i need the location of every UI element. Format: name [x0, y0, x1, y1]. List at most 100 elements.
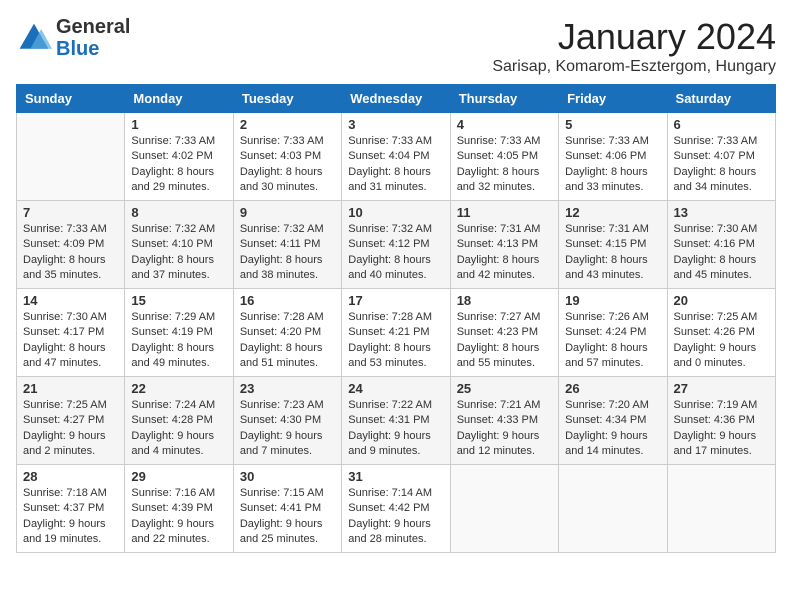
day-info: Sunrise: 7:32 AMSunset: 4:11 PMDaylight:… — [240, 222, 335, 284]
day-info: Sunrise: 7:25 AMSunset: 4:27 PMDaylight:… — [23, 398, 118, 460]
header-monday: Monday — [125, 85, 233, 113]
calendar-cell: 1Sunrise: 7:33 AMSunset: 4:02 PMDaylight… — [125, 113, 233, 201]
calendar-cell: 27Sunrise: 7:19 AMSunset: 4:36 PMDayligh… — [667, 377, 775, 465]
daylight-text: Daylight: 8 hours and 51 minutes. — [240, 341, 335, 372]
day-info: Sunrise: 7:33 AMSunset: 4:09 PMDaylight:… — [23, 222, 118, 284]
sunset-text: Sunset: 4:19 PM — [131, 325, 226, 340]
calendar-header-row: SundayMondayTuesdayWednesdayThursdayFrid… — [17, 85, 776, 113]
sunrise-text: Sunrise: 7:31 AM — [565, 222, 660, 237]
calendar-week-4: 21Sunrise: 7:25 AMSunset: 4:27 PMDayligh… — [17, 377, 776, 465]
calendar-cell: 20Sunrise: 7:25 AMSunset: 4:26 PMDayligh… — [667, 289, 775, 377]
daylight-text: Daylight: 8 hours and 45 minutes. — [674, 253, 769, 284]
day-number: 9 — [240, 205, 335, 220]
calendar-cell: 24Sunrise: 7:22 AMSunset: 4:31 PMDayligh… — [342, 377, 450, 465]
calendar-week-3: 14Sunrise: 7:30 AMSunset: 4:17 PMDayligh… — [17, 289, 776, 377]
day-number: 4 — [457, 117, 552, 132]
day-info: Sunrise: 7:30 AMSunset: 4:17 PMDaylight:… — [23, 310, 118, 372]
day-number: 18 — [457, 293, 552, 308]
day-info: Sunrise: 7:19 AMSunset: 4:36 PMDaylight:… — [674, 398, 769, 460]
daylight-text: Daylight: 9 hours and 17 minutes. — [674, 429, 769, 460]
logo: General Blue — [16, 16, 130, 60]
day-info: Sunrise: 7:30 AMSunset: 4:16 PMDaylight:… — [674, 222, 769, 284]
day-number: 24 — [348, 381, 443, 396]
sunset-text: Sunset: 4:12 PM — [348, 237, 443, 252]
calendar-cell: 21Sunrise: 7:25 AMSunset: 4:27 PMDayligh… — [17, 377, 125, 465]
sunset-text: Sunset: 4:30 PM — [240, 413, 335, 428]
daylight-text: Daylight: 8 hours and 35 minutes. — [23, 253, 118, 284]
calendar-cell: 3Sunrise: 7:33 AMSunset: 4:04 PMDaylight… — [342, 113, 450, 201]
sunrise-text: Sunrise: 7:21 AM — [457, 398, 552, 413]
day-info: Sunrise: 7:28 AMSunset: 4:21 PMDaylight:… — [348, 310, 443, 372]
daylight-text: Daylight: 9 hours and 25 minutes. — [240, 517, 335, 548]
sunset-text: Sunset: 4:15 PM — [565, 237, 660, 252]
calendar-cell: 14Sunrise: 7:30 AMSunset: 4:17 PMDayligh… — [17, 289, 125, 377]
day-number: 28 — [23, 469, 118, 484]
day-info: Sunrise: 7:16 AMSunset: 4:39 PMDaylight:… — [131, 486, 226, 548]
sunset-text: Sunset: 4:09 PM — [23, 237, 118, 252]
sunset-text: Sunset: 4:13 PM — [457, 237, 552, 252]
day-info: Sunrise: 7:15 AMSunset: 4:41 PMDaylight:… — [240, 486, 335, 548]
day-number: 22 — [131, 381, 226, 396]
daylight-text: Daylight: 9 hours and 12 minutes. — [457, 429, 552, 460]
sunrise-text: Sunrise: 7:14 AM — [348, 486, 443, 501]
sunrise-text: Sunrise: 7:32 AM — [131, 222, 226, 237]
sunset-text: Sunset: 4:10 PM — [131, 237, 226, 252]
daylight-text: Daylight: 9 hours and 9 minutes. — [348, 429, 443, 460]
daylight-text: Daylight: 8 hours and 47 minutes. — [23, 341, 118, 372]
sunrise-text: Sunrise: 7:23 AM — [240, 398, 335, 413]
day-number: 26 — [565, 381, 660, 396]
day-info: Sunrise: 7:26 AMSunset: 4:24 PMDaylight:… — [565, 310, 660, 372]
day-info: Sunrise: 7:25 AMSunset: 4:26 PMDaylight:… — [674, 310, 769, 372]
day-number: 13 — [674, 205, 769, 220]
sunrise-text: Sunrise: 7:33 AM — [131, 134, 226, 149]
calendar-cell: 6Sunrise: 7:33 AMSunset: 4:07 PMDaylight… — [667, 113, 775, 201]
sunrise-text: Sunrise: 7:28 AM — [240, 310, 335, 325]
calendar-cell: 25 Sunrise: 7:21 AMSunset: 4:33 PMDayligh… — [450, 377, 558, 465]
day-info: Sunrise: 7:18 AMSunset: 4:37 PMDaylight:… — [23, 486, 118, 548]
sunrise-text: Sunrise: 7:32 AM — [348, 222, 443, 237]
sunrise-text: Sunrise: 7:29 AM — [131, 310, 226, 325]
sunrise-text: Sunrise: 7:19 AM — [674, 398, 769, 413]
sunrise-text: Sunrise: 7:33 AM — [240, 134, 335, 149]
sunrise-text: Sunrise: 7:18 AM — [23, 486, 118, 501]
calendar-cell — [17, 113, 125, 201]
calendar-cell: 4Sunrise: 7:33 AMSunset: 4:05 PMDaylight… — [450, 113, 558, 201]
daylight-text: Daylight: 8 hours and 55 minutes. — [457, 341, 552, 372]
sunrise-text: Sunrise: 7:20 AM — [565, 398, 660, 413]
day-info: Sunrise: 7:21 AMSunset: 4:33 PMDaylight:… — [457, 398, 552, 460]
calendar-cell — [559, 465, 667, 553]
daylight-text: Daylight: 8 hours and 31 minutes. — [348, 165, 443, 196]
day-number: 5 — [565, 117, 660, 132]
day-number: 25 — [457, 381, 552, 396]
sunrise-text: Sunrise: 7:26 AM — [565, 310, 660, 325]
logo-icon — [16, 20, 52, 56]
calendar-cell: 15Sunrise: 7:29 AMSunset: 4:19 PMDayligh… — [125, 289, 233, 377]
sunset-text: Sunset: 4:20 PM — [240, 325, 335, 340]
daylight-text: Daylight: 8 hours and 33 minutes. — [565, 165, 660, 196]
day-number: 23 — [240, 381, 335, 396]
calendar-cell: 8Sunrise: 7:32 AMSunset: 4:10 PMDaylight… — [125, 201, 233, 289]
sunrise-text: Sunrise: 7:30 AM — [23, 310, 118, 325]
sunrise-text: Sunrise: 7:32 AM — [240, 222, 335, 237]
sunset-text: Sunset: 4:05 PM — [457, 149, 552, 164]
header-friday: Friday — [559, 85, 667, 113]
month-title: January 2024 — [492, 16, 776, 58]
calendar-cell: 12Sunrise: 7:31 AMSunset: 4:15 PMDayligh… — [559, 201, 667, 289]
daylight-text: Daylight: 8 hours and 37 minutes. — [131, 253, 226, 284]
daylight-text: Daylight: 8 hours and 29 minutes. — [131, 165, 226, 196]
sunrise-text: Sunrise: 7:24 AM — [131, 398, 226, 413]
calendar-cell: 7Sunrise: 7:33 AMSunset: 4:09 PMDaylight… — [17, 201, 125, 289]
sunset-text: Sunset: 4:24 PM — [565, 325, 660, 340]
daylight-text: Daylight: 8 hours and 43 minutes. — [565, 253, 660, 284]
sunset-text: Sunset: 4:11 PM — [240, 237, 335, 252]
calendar-cell: 11Sunrise: 7:31 AMSunset: 4:13 PMDayligh… — [450, 201, 558, 289]
sunrise-text: Sunrise: 7:33 AM — [23, 222, 118, 237]
page-header: General Blue January 2024 Sarisap, Komar… — [16, 16, 776, 76]
calendar-cell: 17Sunrise: 7:28 AMSunset: 4:21 PMDayligh… — [342, 289, 450, 377]
sunrise-text: Sunrise: 7:15 AM — [240, 486, 335, 501]
calendar-cell: 2Sunrise: 7:33 AMSunset: 4:03 PMDaylight… — [233, 113, 341, 201]
day-number: 16 — [240, 293, 335, 308]
daylight-text: Daylight: 8 hours and 49 minutes. — [131, 341, 226, 372]
day-info: Sunrise: 7:14 AMSunset: 4:42 PMDaylight:… — [348, 486, 443, 548]
day-number: 6 — [674, 117, 769, 132]
